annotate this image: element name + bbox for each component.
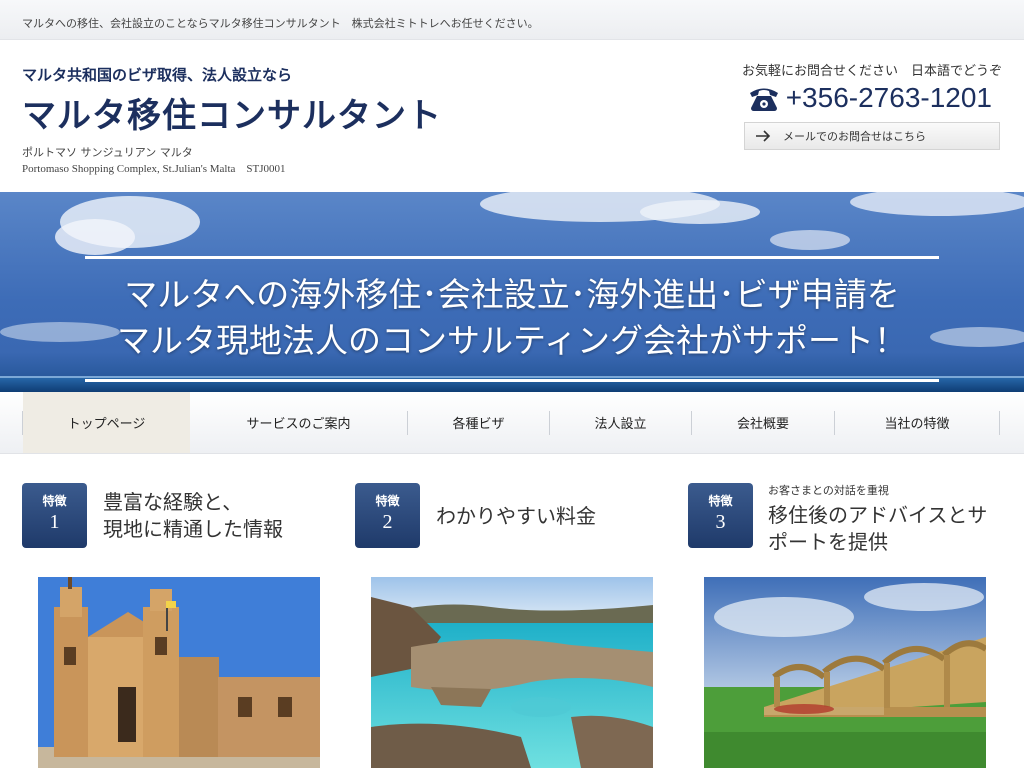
nav-item-features[interactable]: 当社の特徴 xyxy=(835,392,999,453)
site-header: マルタ共和国のビザ取得、法人設立なら マルタ移住コンサルタント ポルトマソ サン… xyxy=(0,40,1024,192)
feature-photo-church xyxy=(38,577,320,768)
nav-item-company[interactable]: 会社概要 xyxy=(692,392,834,453)
feature-badge-3: 特徴 3 xyxy=(688,483,753,548)
nav-item-incorporation[interactable]: 法人設立 xyxy=(550,392,691,453)
email-contact-label: メールでのお問合せはこちら xyxy=(783,130,926,143)
hero-bottom-rule xyxy=(85,379,939,382)
badge-number: 2 xyxy=(382,511,393,533)
hero-line-1: マルタへの海外移住･会社設立･海外進出･ビザ申請を xyxy=(124,275,900,314)
features-row: 特徴 1 豊富な経験と、 現地に精通した情報 特徴 2 わかりやすい料金 特徴 … xyxy=(0,454,1024,578)
telephone-icon xyxy=(749,88,778,111)
badge-number: 1 xyxy=(49,511,60,533)
arches-photo xyxy=(704,577,986,768)
feature-badge-1: 特徴 1 xyxy=(22,483,87,548)
top-announcement-bar: マルタへの移住、会社設立のことならマルタ移住コンサルタント 株式会社ミトトレへお… xyxy=(0,0,1024,40)
address-line-1: ポルトマソ サンジュリアン マルタ xyxy=(22,146,193,159)
hero-banner: マルタへの海外移住･会社設立･海外進出･ビザ申請を マルタ現地法人のコンサルティ… xyxy=(0,192,1024,392)
nav-label: 法人設立 xyxy=(594,417,647,432)
feature-title-line: 現地に精通した情報 xyxy=(103,517,283,541)
hero-top-rule xyxy=(85,256,939,259)
feature-badge-2: 特徴 2 xyxy=(355,483,420,548)
nav-label: 各種ビザ xyxy=(452,417,505,432)
feature-title-1: 豊富な経験と、 現地に精通した情報 xyxy=(103,489,283,543)
arrow-right-icon xyxy=(756,130,771,142)
hero-line-2: マルタ現地法人のコンサルティング会社がサポート！ xyxy=(116,321,908,360)
nav-item-services[interactable]: サービスのご案内 xyxy=(190,392,407,453)
feature-title-line: 移住後のアドバイスとサ xyxy=(768,503,988,527)
feature-photo-arches xyxy=(704,577,986,768)
badge-label: 特徴 xyxy=(375,494,400,508)
email-contact-button[interactable]: メールでのお問合せはこちら xyxy=(744,122,1000,150)
lagoon-photo xyxy=(371,577,653,768)
feature-title-line: わかりやすい料金 xyxy=(436,504,596,528)
church-photo xyxy=(38,577,320,768)
feature-title-3: 移住後のアドバイスとサ ポートを提供 xyxy=(768,502,987,556)
address-line-2: Portomaso Shopping Complex, St.Julian's … xyxy=(22,163,286,175)
feature-subtitle-3: お客さまとの対話を重視 xyxy=(768,484,889,497)
nav-label: トップページ xyxy=(67,417,146,432)
phone-number[interactable]: +356-2763-1201 xyxy=(786,82,992,114)
site-tagline: マルタ共和国のビザ取得、法人設立なら xyxy=(22,66,293,84)
nav-label: 会社概要 xyxy=(736,417,789,432)
announcement-text: マルタへの移住、会社設立のことならマルタ移住コンサルタント 株式会社ミトトレへお… xyxy=(22,17,539,30)
feature-title-line: 豊富な経験と、 xyxy=(103,490,243,514)
nav-separator xyxy=(999,411,1000,435)
main-navigation: トップページ サービスのご案内 各種ビザ 法人設立 会社概要 当社の特徴 xyxy=(0,392,1024,454)
nav-label: サービスのご案内 xyxy=(246,417,351,432)
badge-label: 特徴 xyxy=(42,494,67,508)
feature-title-2: わかりやすい料金 xyxy=(436,503,596,530)
nav-item-visa[interactable]: 各種ビザ xyxy=(408,392,549,453)
hero-headline: マルタへの海外移住･会社設立･海外進出･ビザ申請を マルタ現地法人のコンサルティ… xyxy=(0,272,1024,364)
site-title[interactable]: マルタ移住コンサルタント xyxy=(22,88,442,137)
contact-note: お気軽にお問合せください 日本語でどうぞ xyxy=(741,64,1002,79)
nav-item-top[interactable]: トップページ xyxy=(23,392,190,453)
phone-block[interactable]: +356-2763-1201 xyxy=(748,80,992,116)
badge-number: 3 xyxy=(715,511,726,533)
nav-label: 当社の特徴 xyxy=(884,417,950,432)
feature-title-line: ポートを提供 xyxy=(768,530,888,554)
feature-photo-lagoon xyxy=(371,577,653,768)
badge-label: 特徴 xyxy=(708,494,733,508)
